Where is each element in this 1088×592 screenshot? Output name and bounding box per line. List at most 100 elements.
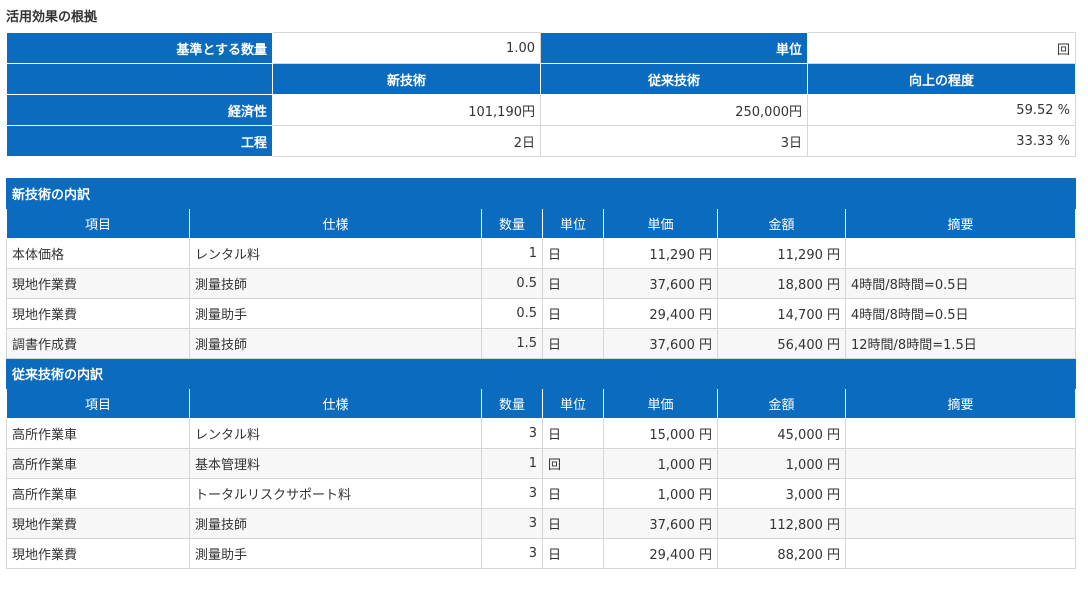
cell-spec: 測量技師 xyxy=(189,508,482,539)
cell-note xyxy=(844,418,1077,449)
summary-blank-header xyxy=(6,63,273,95)
cell-price: 37,600 円 xyxy=(603,328,718,359)
new-tech-col-item: 項目 xyxy=(6,208,190,239)
table-row: 現地作業費 測量助手 3 日 29,400 円 88,200 円 xyxy=(6,538,1077,569)
cell-price: 11,290 円 xyxy=(603,238,718,269)
cell-amount: 56,400 円 xyxy=(717,328,846,359)
summary-new-value: 101,190円 xyxy=(272,94,541,126)
cell-qty: 1 xyxy=(481,238,543,269)
detail-table: 新技術の内訳 項目 仕様 数量 単位 単価 金額 摘要 本体価格 レンタル料 1 日 11,290 円1… xyxy=(5,178,1077,569)
cell-note xyxy=(844,448,1077,479)
baseline-value: 1.00 xyxy=(272,32,541,64)
new-tech-col-qty: 数量 xyxy=(481,208,543,239)
cell-qty: 3 xyxy=(481,478,543,509)
cell-price: 15,000 円 xyxy=(603,418,718,449)
summary-row: 経済性 101,190円 250,000円 59.52 % xyxy=(6,94,1076,126)
table-row: 調書作成費 測量技師 1.5 日 37,600 円 56,400 円 12時間/8時間=1.… xyxy=(6,328,1077,359)
col-improve: 向上の程度 xyxy=(807,63,1076,95)
page-title: 活用効果の根拠 xyxy=(6,10,98,25)
cell-item: 現地作業費 xyxy=(6,268,190,299)
old-tech-col-price: 単価 xyxy=(603,388,718,419)
cell-note xyxy=(844,538,1077,569)
col-new: 新技術 xyxy=(272,63,541,95)
cell-spec: 測量助手 xyxy=(189,538,482,569)
summary-old-value: 3日 xyxy=(540,125,808,157)
new-tech-column-header-row: 項目 仕様 数量 単位 単価 金額 摘要 xyxy=(6,208,1077,239)
unit-value: 回 xyxy=(807,32,1076,64)
summary-new-value: 2日 xyxy=(272,125,541,157)
cell-unit: 日 xyxy=(542,268,604,299)
new-tech-col-amount: 金額 xyxy=(717,208,846,239)
cell-price: 29,400 円 xyxy=(603,298,718,329)
old-tech-col-item: 項目 xyxy=(6,388,190,419)
cell-price: 1,000 円 xyxy=(603,478,718,509)
cell-unit: 日 xyxy=(542,508,604,539)
summary-improve-value: 59.52 % xyxy=(807,94,1076,126)
new-tech-section-title: 新技術の内訳 xyxy=(5,178,1077,209)
summary-table: 基準とする数量 1.00 単位 回 新技術 従来技術 向上の程度 経済性 101… xyxy=(6,32,1076,157)
new-tech-col-unit: 単位 xyxy=(542,208,604,239)
cell-qty: 1 xyxy=(481,448,543,479)
table-row: 高所作業車 トータルリスクサポート料 3 日 1,000 円 3,000 円 xyxy=(6,478,1077,509)
table-row: 現地作業費 測量技師 0.5 日 37,600 円 18,800 円 4時間/8時間=0.5… xyxy=(6,268,1077,299)
cell-qty: 3 xyxy=(481,418,543,449)
cell-amount: 14,700 円 xyxy=(717,298,846,329)
cell-price: 37,600 円 xyxy=(603,268,718,299)
old-tech-section-row: 従来技術の内訳 xyxy=(5,358,1077,389)
old-tech-col-amount: 金額 xyxy=(717,388,846,419)
cell-amount: 45,000 円 xyxy=(717,418,846,449)
cell-spec: 測量技師 xyxy=(189,328,482,359)
cell-qty: 3 xyxy=(481,508,543,539)
cell-unit: 日 xyxy=(542,298,604,329)
cell-item: 現地作業費 xyxy=(6,508,190,539)
cell-amount: 11,290 円 xyxy=(717,238,846,269)
cell-price: 1,000 円 xyxy=(603,448,718,479)
cell-item: 現地作業費 xyxy=(6,298,190,329)
cell-item: 本体価格 xyxy=(6,238,190,269)
baseline-label: 基準とする数量 xyxy=(6,32,273,64)
new-tech-col-note: 摘要 xyxy=(844,208,1077,239)
unit-label: 単位 xyxy=(540,32,808,64)
col-old: 従来技術 xyxy=(540,63,808,95)
cell-note: 4時間/8時間=0.5日 xyxy=(844,268,1077,299)
old-tech-column-header-row: 項目 仕様 数量 単位 単価 金額 摘要 xyxy=(6,388,1077,419)
cell-unit: 日 xyxy=(542,238,604,269)
summary-improve-value: 33.33 % xyxy=(807,125,1076,157)
summary-header-row: 新技術 従来技術 向上の程度 xyxy=(6,63,1076,95)
summary-baseline-row: 基準とする数量 1.00 単位 回 xyxy=(6,32,1076,64)
cell-note xyxy=(844,238,1077,269)
cell-spec: 基本管理料 xyxy=(189,448,482,479)
cell-price: 29,400 円 xyxy=(603,538,718,569)
old-tech-col-unit: 単位 xyxy=(542,388,604,419)
cell-amount: 18,800 円 xyxy=(717,268,846,299)
cell-amount: 88,200 円 xyxy=(717,538,846,569)
cell-amount: 1,000 円 xyxy=(717,448,846,479)
cell-qty: 1.5 xyxy=(481,328,543,359)
summary-row: 工程 2日 3日 33.33 % xyxy=(6,125,1076,157)
cell-spec: レンタル料 xyxy=(189,418,482,449)
new-tech-col-spec: 仕様 xyxy=(189,208,482,239)
cell-price: 37,600 円 xyxy=(603,508,718,539)
cell-amount: 112,800 円 xyxy=(717,508,846,539)
cell-unit: 回 xyxy=(542,448,604,479)
old-tech-col-spec: 仕様 xyxy=(189,388,482,419)
cell-unit: 日 xyxy=(542,478,604,509)
cell-qty: 3 xyxy=(481,538,543,569)
table-row: 本体価格 レンタル料 1 日 11,290 円 11,290 円 xyxy=(6,238,1077,269)
cell-note: 12時間/8時間=1.5日 xyxy=(844,328,1077,359)
cell-unit: 日 xyxy=(542,538,604,569)
cell-item: 調書作成費 xyxy=(6,328,190,359)
old-tech-col-qty: 数量 xyxy=(481,388,543,419)
table-row: 現地作業費 測量助手 0.5 日 29,400 円 14,700 円 4時間/8時間=0.5… xyxy=(6,298,1077,329)
cell-unit: 日 xyxy=(542,328,604,359)
cell-note xyxy=(844,478,1077,509)
old-tech-section-title: 従来技術の内訳 xyxy=(5,358,1077,389)
cell-amount: 3,000 円 xyxy=(717,478,846,509)
cell-item: 高所作業車 xyxy=(6,478,190,509)
cell-item: 高所作業車 xyxy=(6,448,190,479)
cell-spec: 測量助手 xyxy=(189,298,482,329)
summary-row-label: 経済性 xyxy=(6,94,273,126)
cell-item: 高所作業車 xyxy=(6,418,190,449)
new-tech-section-row: 新技術の内訳 xyxy=(5,178,1077,209)
old-tech-col-note: 摘要 xyxy=(844,388,1077,419)
